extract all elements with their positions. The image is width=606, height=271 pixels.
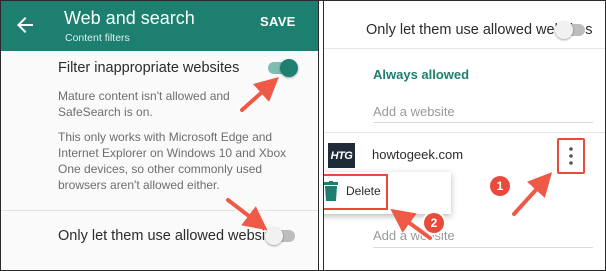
delete-label: Delete [346, 184, 381, 198]
add-website-input[interactable]: Add a website [373, 104, 455, 119]
input-underline [373, 122, 593, 123]
filter-note: Mature content isn't allowed and SafeSea… [58, 89, 230, 119]
allowed-site-name: howtogeek.com [372, 147, 464, 162]
allowed-only-toggle[interactable] [265, 227, 297, 245]
allowed-only-toggle[interactable] [555, 21, 587, 39]
allowed-only-label: Only let them use allowed websites [58, 228, 285, 244]
add-website-input[interactable]: Add a website [373, 228, 455, 243]
toggle-thumb [555, 21, 573, 39]
toggle-thumb [265, 227, 283, 245]
arrow-back-icon[interactable] [13, 13, 37, 37]
filter-inappropriate-toggle[interactable] [268, 59, 298, 77]
toggle-thumb [280, 59, 298, 77]
input-underline [373, 247, 593, 248]
page-title: Web and search [64, 8, 195, 28]
filter-inappropriate-label: Filter inappropriate websites [58, 60, 240, 76]
page-subtitle: Content filters [65, 32, 130, 44]
step-1-badge: 1 [490, 176, 510, 196]
site-favicon: HTG [328, 143, 355, 168]
divider [324, 132, 605, 133]
divider [1, 210, 318, 211]
trash-icon [324, 181, 338, 201]
more-vert-icon[interactable] [569, 147, 573, 165]
app-bar: Web and search Content filters SAVE [1, 1, 318, 51]
step-2-badge: 2 [424, 213, 444, 233]
web-and-search-settings-panel: Web and search Content filters SAVE Filt… [1, 1, 318, 270]
allowed-websites-panel: Only let them use allowed websites Alway… [324, 1, 605, 270]
screenshot-composite: Web and search Content filters SAVE Filt… [0, 0, 606, 271]
save-button[interactable]: SAVE [260, 14, 296, 29]
divider [324, 48, 605, 49]
browser-support-info: This only works with Microsoft Edge and … [58, 130, 287, 192]
always-allowed-heading: Always allowed [373, 67, 470, 82]
